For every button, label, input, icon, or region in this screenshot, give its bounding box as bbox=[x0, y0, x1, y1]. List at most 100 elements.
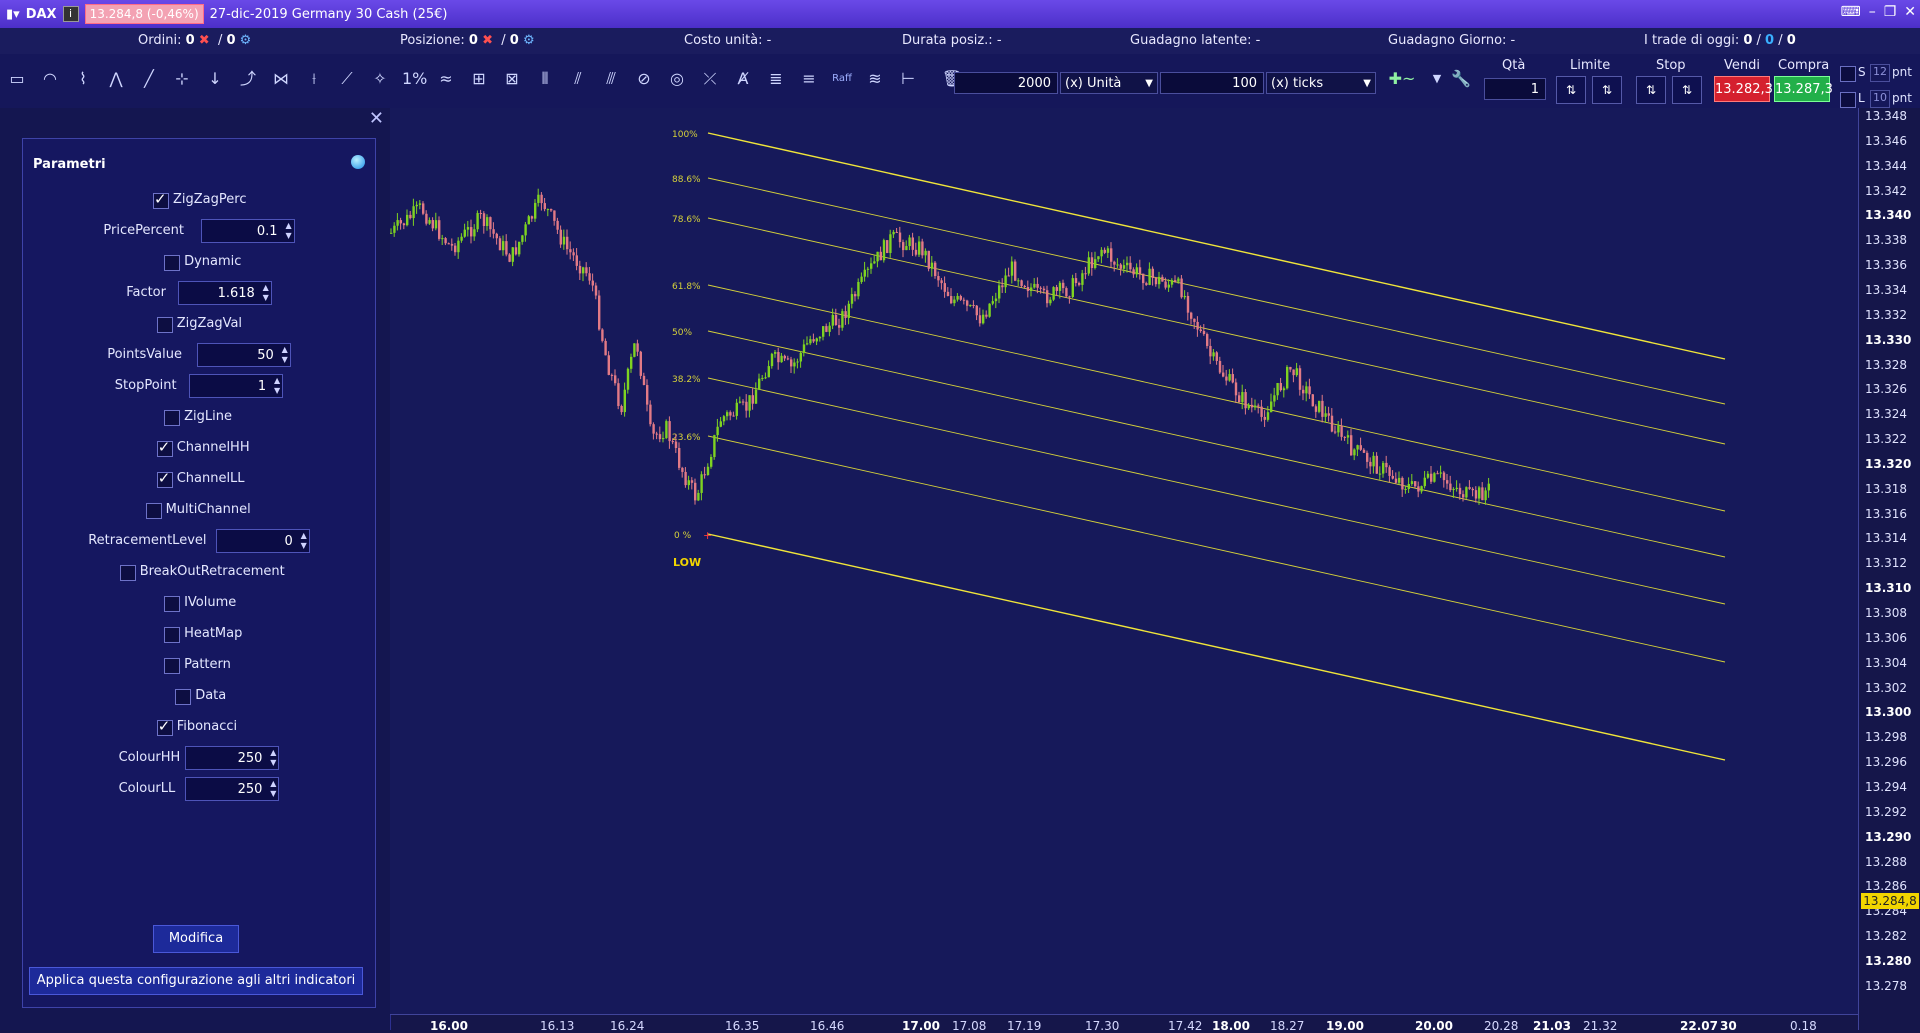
colourll-input[interactable]: 250 ▲ ▼ bbox=[185, 777, 280, 801]
buy-limit-button[interactable]: ⇅ bbox=[1556, 76, 1586, 104]
candle-body bbox=[716, 426, 719, 436]
multichannel-checkbox[interactable] bbox=[145, 503, 162, 519]
close-icon[interactable]: ✕ bbox=[1904, 4, 1916, 20]
cross-tool-icon[interactable]: ⊹ bbox=[171, 68, 193, 90]
pricepercent-input[interactable]: 0.1 ▲ ▼ bbox=[200, 219, 295, 243]
qta-input[interactable]: 1 bbox=[1484, 78, 1546, 100]
fib-level-label: 23.6% bbox=[672, 433, 701, 443]
price-axis[interactable]: 13.348 13.346 13.344 13.342 13.340 13.338 13.3… bbox=[1858, 108, 1920, 1030]
spinner-icon[interactable]: ▲ ▼ bbox=[282, 345, 288, 365]
spinner-icon[interactable]: ▲ ▼ bbox=[274, 376, 280, 396]
channelll-checkbox[interactable] bbox=[156, 469, 173, 488]
spinner-icon[interactable]: ▲ ▼ bbox=[270, 779, 276, 799]
candle-body bbox=[406, 214, 409, 226]
xline-tool-icon[interactable]: ⋈ bbox=[270, 68, 292, 90]
minimize-icon[interactable]: – bbox=[1869, 4, 1876, 20]
l-points-input[interactable]: 10 bbox=[1870, 90, 1890, 108]
sell-button[interactable]: 13.282,3 bbox=[1714, 76, 1773, 102]
heatmap-checkbox[interactable] bbox=[164, 627, 181, 643]
gann-box-icon[interactable]: ⊠ bbox=[501, 68, 523, 90]
info-icon[interactable]: i bbox=[62, 6, 79, 22]
spinner-icon[interactable]: ▲ ▼ bbox=[301, 531, 307, 551]
candle-body bbox=[1231, 374, 1234, 383]
time-tick: 30 bbox=[1720, 1019, 1737, 1033]
pitchfork-tool-icon[interactable]: ⟊ bbox=[303, 68, 325, 90]
s-checkbox[interactable] bbox=[1840, 66, 1856, 82]
colourhh-input[interactable]: 250 ▲ ▼ bbox=[185, 746, 280, 770]
dynamic-checkbox[interactable] bbox=[164, 255, 181, 271]
app-menu-icon[interactable]: ▮▾ bbox=[6, 7, 20, 22]
rectangle-tool-icon[interactable]: ▭ bbox=[6, 68, 28, 90]
candle-body bbox=[1324, 413, 1327, 417]
help-icon[interactable] bbox=[351, 155, 365, 169]
andrews-tool-icon[interactable]: Ⱥ bbox=[732, 68, 754, 90]
fib-retrace-icon[interactable]: ≣ bbox=[765, 68, 787, 90]
vertical-arrow-icon[interactable]: ↓ bbox=[204, 68, 226, 90]
factor-input[interactable]: 1.618 ▲ ▼ bbox=[177, 281, 272, 305]
zigzagperc-checkbox[interactable] bbox=[153, 190, 169, 209]
gear-icon[interactable]: ⚙ bbox=[240, 33, 252, 48]
restore-icon[interactable]: ❐ bbox=[1884, 4, 1897, 20]
strategy-icon[interactable]: ✚~ bbox=[1380, 68, 1424, 90]
trendline-tool-icon[interactable]: ╱ bbox=[138, 68, 160, 90]
quantity-unit-select[interactable]: (x) Unità ▼ bbox=[1060, 72, 1158, 94]
circle-tool-icon[interactable]: ⊘ bbox=[633, 68, 655, 90]
retracementlevel-input[interactable]: 0 ▲ ▼ bbox=[215, 529, 310, 553]
price-chart[interactable]: 100% 88.6% 78.6% 61.8% 50% 38.2% 23.6% 0 % LOW + bbox=[390, 108, 1858, 1014]
breakoutretracement-checkbox[interactable] bbox=[119, 565, 136, 581]
ticks-unit-select[interactable]: (x) ticks ▼ bbox=[1266, 72, 1376, 94]
vertical-lines-icon[interactable]: ⦀ bbox=[534, 68, 556, 90]
gann-grid-icon[interactable]: ⊞ bbox=[468, 68, 490, 90]
close-position-icon[interactable]: ✖ bbox=[482, 33, 493, 48]
param-pricepercent: PricePercent 0.1 ▲ ▼ bbox=[23, 218, 377, 244]
spinner-icon[interactable]: ▲ ▼ bbox=[285, 221, 291, 241]
buy-stop-button[interactable]: ⇅ bbox=[1636, 76, 1666, 104]
channelhh-checkbox[interactable] bbox=[156, 438, 173, 457]
stoppoint-input[interactable]: 1 ▲ ▼ bbox=[189, 374, 284, 398]
ticks-input[interactable]: 100 bbox=[1160, 72, 1264, 94]
data-checkbox[interactable] bbox=[175, 689, 192, 705]
arc-tool-icon[interactable]: ◠ bbox=[39, 68, 61, 90]
measure-tool-icon[interactable]: ⊢ bbox=[897, 68, 919, 90]
s-points-input[interactable]: 12 bbox=[1870, 64, 1890, 82]
fib-ext-icon[interactable]: ✧ bbox=[369, 68, 391, 90]
candle-body bbox=[1346, 435, 1350, 438]
ivolume-checkbox[interactable] bbox=[164, 596, 181, 612]
zigline-checkbox[interactable] bbox=[164, 410, 181, 426]
apply-all-button[interactable]: Applica questa configurazione agli altri… bbox=[29, 967, 363, 995]
pointsvalue-input[interactable]: 50 ▲ ▼ bbox=[196, 343, 291, 367]
wrench-icon[interactable]: 🔧 bbox=[1450, 68, 1472, 90]
spinner-icon[interactable]: ▲ ▼ bbox=[263, 283, 269, 303]
parallel-tool-icon[interactable]: ⫽ bbox=[567, 68, 589, 90]
ray-tool-icon[interactable]: ⤴ bbox=[237, 68, 259, 90]
keyboard-icon[interactable]: ⌨ bbox=[1840, 4, 1860, 20]
fan-tool-icon[interactable]: ⫻ bbox=[600, 68, 622, 90]
l-checkbox[interactable] bbox=[1840, 92, 1856, 108]
wave-tool-icon[interactable]: ≈ bbox=[435, 68, 457, 90]
sell-stop-button[interactable]: ⇅ bbox=[1672, 76, 1702, 104]
zigzagval-checkbox[interactable] bbox=[156, 317, 173, 333]
time-axis[interactable]: 16.00 16.13 16.24 16.35 16.46 17.00 17.08 17.19… bbox=[390, 1014, 1858, 1033]
candle-body bbox=[710, 456, 713, 467]
symbol-selector[interactable]: DAX bbox=[26, 7, 57, 22]
sell-limit-button[interactable]: ⇅ bbox=[1592, 76, 1622, 104]
raff-channel-icon[interactable]: Raff bbox=[831, 68, 853, 90]
gear-icon[interactable]: ⚙ bbox=[523, 33, 535, 48]
channel-tool-icon[interactable]: ⟋ bbox=[336, 68, 358, 90]
peak-tool-icon[interactable]: ⋀ bbox=[105, 68, 127, 90]
buy-button[interactable]: 13.287,3 bbox=[1774, 76, 1833, 102]
regression-icon[interactable]: ≋ bbox=[864, 68, 886, 90]
percent-tool-icon[interactable]: 1% bbox=[402, 68, 427, 90]
freehand-tool-icon[interactable]: ⌇ bbox=[72, 68, 94, 90]
close-icon[interactable]: ✕ bbox=[369, 108, 384, 129]
fib-levels-icon[interactable]: ≡ bbox=[798, 68, 820, 90]
pattern-checkbox[interactable] bbox=[164, 658, 181, 674]
chevron-down-icon[interactable]: ▼ bbox=[1426, 68, 1448, 90]
fibonacci-checkbox[interactable] bbox=[156, 717, 173, 736]
spinner-icon[interactable]: ▲ ▼ bbox=[270, 748, 276, 768]
speed-lines-icon[interactable]: ⤫ bbox=[699, 68, 721, 90]
cancel-orders-icon[interactable]: ✖ bbox=[199, 33, 210, 48]
modifica-button[interactable]: Modifica bbox=[153, 925, 239, 953]
quantity-input[interactable]: 2000 bbox=[954, 72, 1058, 94]
spiral-tool-icon[interactable]: ◎ bbox=[666, 68, 688, 90]
